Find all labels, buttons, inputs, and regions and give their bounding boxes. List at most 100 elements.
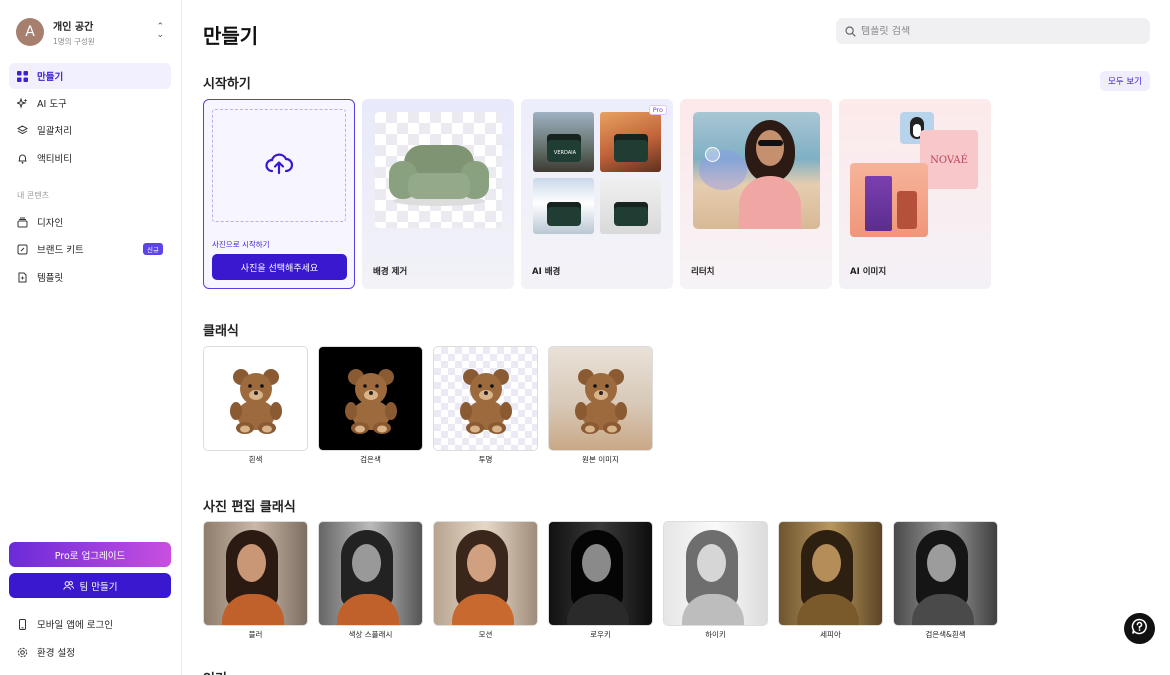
coffee-product-image xyxy=(850,163,928,237)
sidebar-item-label: 브랜드 키트 xyxy=(37,245,84,256)
sidebar: A 개인 공간 1명의 구성원 ⌃ ⌄ 만들기 AI 도구 일괄처리 액티비티 … xyxy=(0,0,182,675)
app-root: A 개인 공간 1명의 구성원 ⌃ ⌄ 만들기 AI 도구 일괄처리 액티비티 … xyxy=(0,0,1170,675)
photo-style-label: 로우키 xyxy=(590,630,611,639)
create-team-label: 팀 만들기 xyxy=(79,581,118,593)
avatar: A xyxy=(16,18,44,46)
gear-icon xyxy=(17,647,28,658)
photo-style-thumbnail[interactable] xyxy=(203,521,308,626)
card-label: AI 배경 xyxy=(532,267,561,277)
see-all-button[interactable]: 모두 보기 xyxy=(1100,71,1150,91)
brand-text: NOVAÉ xyxy=(930,155,968,166)
mobile-login-label: 모바일 앱에 로그인 xyxy=(37,620,113,631)
portrait-image xyxy=(204,522,307,625)
section-title-start: 시작하기 xyxy=(203,77,251,92)
upload-card[interactable]: 사진으로 시작하기 사진을 선택해주세요 xyxy=(203,99,355,289)
sidebar-item-create[interactable]: 만들기 xyxy=(9,63,171,89)
bell-icon xyxy=(17,153,28,164)
upload-hint: 사진으로 시작하기 xyxy=(212,240,270,249)
settings-link[interactable]: 환경 설정 xyxy=(17,645,75,659)
sidebar-item-label: 만들기 xyxy=(37,72,64,83)
photo-style-thumbnail[interactable] xyxy=(433,521,538,626)
brand-logo-tile: NOVAÉ xyxy=(920,130,978,189)
sidebar-item-templates[interactable]: 템플릿 xyxy=(9,264,171,290)
photo-style-label: 블러 xyxy=(248,630,263,639)
sidebar-item-label: 템플릿 xyxy=(37,273,64,284)
search-bar[interactable] xyxy=(836,18,1150,44)
classic-thumbnail[interactable] xyxy=(203,346,308,451)
classic-label: 검은색 xyxy=(360,455,381,464)
layers-icon xyxy=(17,124,28,136)
photo-style-thumbnail[interactable] xyxy=(318,521,423,626)
page-title: 만들기 xyxy=(203,24,259,48)
section-title-classic: 클래식 xyxy=(203,324,239,339)
product-scene-image xyxy=(533,178,594,234)
mobile-login-link[interactable]: 모바일 앱에 로그인 xyxy=(17,617,113,631)
sidebar-item-label: 디자인 xyxy=(37,218,64,229)
sidebar-item-design[interactable]: 디자인 xyxy=(9,209,171,235)
photo-style-thumbnail[interactable] xyxy=(893,521,998,626)
product-scene-image xyxy=(600,112,661,172)
classic-label: 투명 xyxy=(478,455,493,464)
card-retouch[interactable]: 리터치 xyxy=(680,99,832,289)
classic-thumbnail[interactable] xyxy=(318,346,423,451)
portrait-image xyxy=(779,522,882,625)
sidebar-item-batch[interactable]: 일괄처리 xyxy=(9,117,171,143)
portrait-image xyxy=(693,112,820,229)
card-label: 리터치 xyxy=(691,267,715,277)
sidebar-item-ai-tools[interactable]: AI 도구 xyxy=(9,90,171,116)
template-icon xyxy=(17,272,28,283)
sofa-image xyxy=(389,145,489,206)
search-input[interactable] xyxy=(861,25,1131,37)
card-remove-background[interactable]: 배경 제거 xyxy=(362,99,514,289)
help-button[interactable] xyxy=(1124,613,1155,644)
cloud-upload-icon xyxy=(265,153,294,179)
photo-style-label: 세피아 xyxy=(820,630,841,639)
portrait-image xyxy=(549,522,652,625)
photo-style-label: 색상 스플래시 xyxy=(348,630,393,639)
teddy-bear-image xyxy=(345,369,397,434)
photo-style-label: 모션 xyxy=(478,630,493,639)
sidebar-item-label: 액티비티 xyxy=(37,154,72,165)
users-icon xyxy=(62,580,74,591)
photo-style-label: 하이키 xyxy=(705,630,726,639)
photo-style-thumbnail[interactable] xyxy=(548,521,653,626)
classic-thumbnail[interactable] xyxy=(548,346,653,451)
workspace-name: 개인 공간 xyxy=(53,21,94,33)
classic-label: 원본 이미지 xyxy=(582,455,619,464)
portrait-image xyxy=(434,522,537,625)
sidebar-item-label: AI 도구 xyxy=(37,99,67,110)
photo-style-thumbnail[interactable] xyxy=(663,521,768,626)
create-team-button[interactable]: 팀 만들기 xyxy=(9,573,171,598)
portrait-image xyxy=(664,522,767,625)
sidebar-item-activity[interactable]: 액티비티 xyxy=(9,145,171,171)
workspace-switcher[interactable]: A 개인 공간 1명의 구성원 ⌃ ⌄ xyxy=(10,14,170,50)
card-ai-background[interactable]: VERDAIA Pro AI 배경 xyxy=(521,99,673,289)
settings-label: 환경 설정 xyxy=(37,648,75,659)
product-scene-image xyxy=(600,178,661,234)
brand-kit-icon xyxy=(17,244,28,255)
card-ai-image[interactable]: NOVAÉ AI 이미지 xyxy=(839,99,991,289)
main-content: 만들기 시작하기 모두 보기 사진으로 시작하기 사진을 선택해주세요 xyxy=(182,0,1170,675)
classic-label: 흰색 xyxy=(248,455,263,464)
photo-style-label: 검은색&흰색 xyxy=(925,630,966,639)
teddy-bear-image xyxy=(460,369,512,434)
sparkle-icon xyxy=(17,97,28,109)
phone-icon xyxy=(17,618,28,630)
classic-thumbnail[interactable] xyxy=(433,346,538,451)
workspace-members: 1명의 구성원 xyxy=(53,36,95,46)
stack-icon xyxy=(17,217,28,228)
teddy-bear-image xyxy=(230,369,282,434)
select-photo-button[interactable]: 사진을 선택해주세요 xyxy=(212,254,347,280)
new-badge: 신규 xyxy=(143,243,163,255)
portrait-image xyxy=(319,522,422,625)
sidebar-item-brand-kit[interactable]: 브랜드 키트 신규 xyxy=(9,236,171,262)
search-icon xyxy=(845,22,856,41)
grid-icon xyxy=(17,70,28,82)
teddy-bear-image xyxy=(575,369,627,434)
section-title-popular: 인기 xyxy=(203,668,227,675)
help-chat-icon xyxy=(1131,618,1148,639)
photo-style-thumbnail[interactable] xyxy=(778,521,883,626)
upgrade-pro-button[interactable]: Pro로 업그레이드 xyxy=(9,542,171,567)
upload-dropzone[interactable] xyxy=(212,109,346,222)
chevron-updown-icon: ⌃ ⌄ xyxy=(156,22,164,40)
